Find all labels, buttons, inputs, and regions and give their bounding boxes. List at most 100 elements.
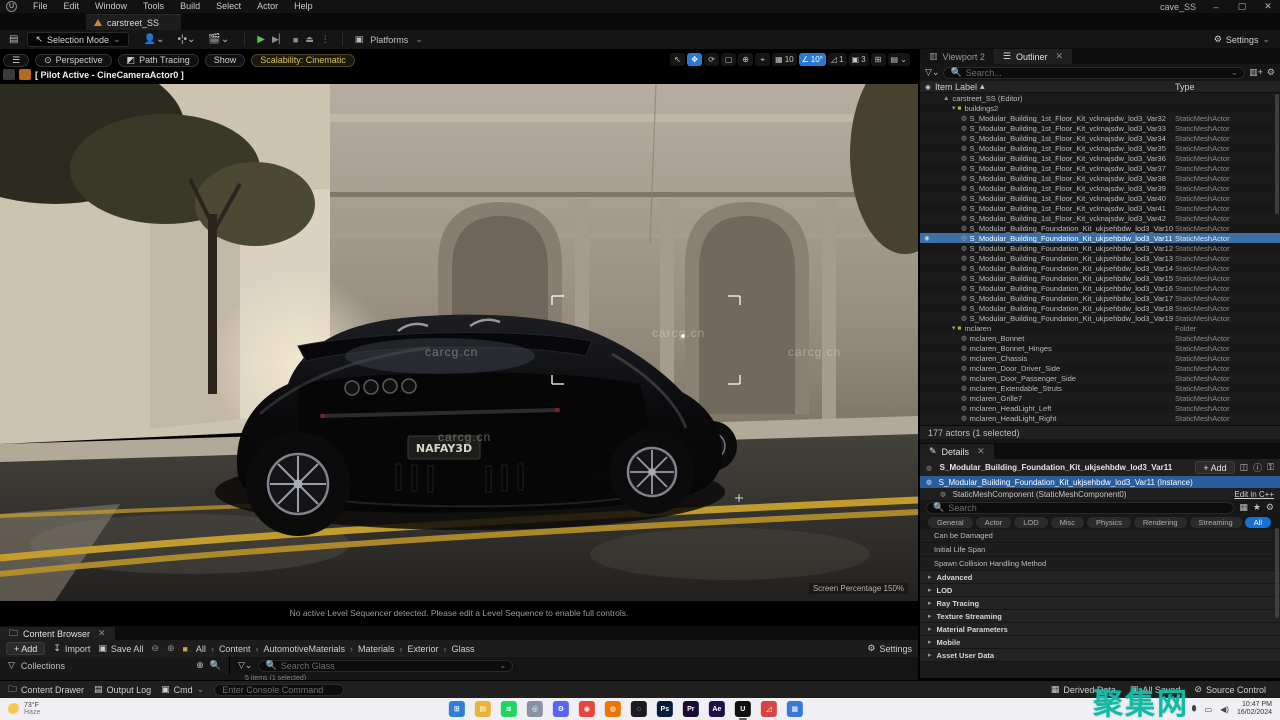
outliner-row[interactable]: ◍mclaren_Grille7StaticMeshActor [920,393,1280,403]
category-advanced[interactable]: ▸Advanced [920,571,1280,584]
close-button[interactable]: ✕ [1262,1,1274,12]
menu-item-select[interactable]: Select [208,0,249,13]
immersive-mode[interactable]: ▤ ⌄ [888,53,910,66]
details-tab-actor[interactable]: Actor [976,517,1012,528]
volume-icon[interactable]: ◀) [1220,705,1229,714]
category-lod[interactable]: ▸LOD [920,584,1280,597]
collections-section[interactable]: ▽ Collections ⊕ 🔍 [0,657,230,674]
breadcrumb-all[interactable]: All [196,644,206,654]
output-log-button[interactable]: ▤Output Log [94,684,151,695]
outliner-row[interactable]: ◍S_Modular_Building_Foundation_Kit_ukjse… [920,273,1280,283]
outliner-row[interactable]: ◉◍S_Modular_Building_Foundation_Kit_ukjs… [920,233,1280,243]
menu-item-build[interactable]: Build [172,0,208,13]
details-component-row[interactable]: ◍ StaticMeshComponent (StaticMeshCompone… [920,488,1280,500]
blender-icon[interactable]: ◍ [605,701,621,717]
new-folder-icon[interactable]: ▥+ [1249,67,1263,78]
category-mobile[interactable]: ▸Mobile [920,636,1280,649]
nav-forward-icon[interactable]: ⊕ [167,643,175,654]
content-drawer-button[interactable]: 🗀Content Drawer [8,682,84,698]
level-tab[interactable]: carstreet_SS [86,14,181,30]
add-component-button[interactable]: + Add [1195,461,1234,474]
details-scrollbar[interactable] [1275,528,1279,618]
outliner-row[interactable]: ◍S_Modular_Building_1st_Floor_Kit_vcknaj… [920,173,1280,183]
settings-dropdown[interactable]: ⚙ Settings ⌄ [1214,34,1274,45]
visibility-eye-icon[interactable]: ◉ [925,83,935,91]
menu-item-help[interactable]: Help [286,0,321,13]
menu-item-actor[interactable]: Actor [249,0,286,13]
lock-icon[interactable]: ⚿ [1267,462,1274,473]
outliner-search-input[interactable]: 🔍 Search... ⌄ [943,67,1245,79]
menu-item-file[interactable]: File [25,0,56,13]
outliner-row[interactable]: ◍mclaren_Bonnet_HingesStaticMeshActor [920,343,1280,353]
outliner-row[interactable]: ▲carstreet_SS (Editor) [920,93,1280,103]
outliner-column-header[interactable]: ◉ Item Label ▴ Type [920,81,1280,93]
source-control-button[interactable]: ⊘Source Control [1194,684,1266,695]
edit-in-cpp-link[interactable]: Edit in C++ [1234,490,1274,499]
expand-arrow-icon[interactable]: ▾ [952,104,956,112]
cb-settings-dropdown[interactable]: ⚙Settings [867,643,912,654]
details-settings-gear-icon[interactable]: ⚙ [1266,502,1274,513]
chrome-icon[interactable]: ◉ [579,701,595,717]
close-tab-icon[interactable]: ✕ [98,628,106,639]
details-tab-all[interactable]: All [1245,517,1271,528]
weather-widget[interactable]: 73°F Haze [0,702,40,716]
outliner-row[interactable]: ◍S_Modular_Building_1st_Floor_Kit_vcknaj… [920,203,1280,213]
add-collection-icon[interactable]: ⊕ [196,660,204,671]
tab-viewport-2[interactable]: ▥ Viewport 2 [920,49,994,64]
menu-item-tools[interactable]: Tools [135,0,172,13]
outliner-row[interactable]: ◍S_Modular_Building_Foundation_Kit_ukjse… [920,253,1280,263]
world-coordinate-toggle[interactable]: ⊕ [738,53,753,66]
category-ray-tracing[interactable]: ▸Ray Tracing [920,597,1280,610]
outliner-row[interactable]: ◍S_Modular_Building_Foundation_Kit_ukjse… [920,293,1280,303]
breadcrumb-exterior[interactable]: Exterior [408,644,439,654]
unreal-logo-icon[interactable]: U [6,1,17,12]
photos-icon[interactable]: ▦ [787,701,803,717]
blueprints-icon[interactable]: •¦•⌄ [174,34,198,45]
expand-arrow-icon[interactable]: ▾ [952,324,956,332]
maximize-button[interactable]: ▢ [1236,1,1248,12]
details-tab-physics[interactable]: Physics [1087,517,1131,528]
outliner-row[interactable]: ◍mclaren_ChassisStaticMeshActor [920,353,1280,363]
unreal-engine-icon[interactable]: U [735,701,751,717]
outliner-row[interactable]: ◍S_Modular_Building_Foundation_Kit_ukjse… [920,303,1280,313]
stop-pilot-icon[interactable] [3,69,15,80]
outliner-scrollbar[interactable] [1275,94,1279,214]
eject-button[interactable]: ⏏ [305,34,314,45]
pilot-camera-icon[interactable] [19,69,31,80]
outliner-row[interactable]: ▾■mclarenFolder [920,323,1280,333]
display-options-icon[interactable]: ▦ [1239,502,1248,513]
file-explorer-icon[interactable]: ▤ [475,701,491,717]
taskbar-clock[interactable]: 10:47 PM 16/02/2024 [1237,701,1272,718]
outliner-row[interactable]: ◍S_Modular_Building_Foundation_Kit_ukjse… [920,313,1280,323]
outliner-row[interactable]: ◍S_Modular_Building_1st_Floor_Kit_vcknaj… [920,123,1280,133]
outliner-row[interactable]: ◍S_Modular_Building_Foundation_Kit_ukjse… [920,283,1280,293]
premiere-icon[interactable]: Pr [683,701,699,717]
details-tab-misc[interactable]: Misc [1051,517,1084,528]
rotation-snap-toggle[interactable]: ∠10° [799,53,826,66]
info-icon[interactable]: ⓘ [1253,461,1262,474]
outliner-row[interactable]: ◍mclaren_HeadLight_LeftStaticMeshActor [920,403,1280,413]
category-material-parameters[interactable]: ▸Material Parameters [920,623,1280,636]
outliner-row[interactable]: ◍mclaren_Extendable_StrutsStaticMeshActo… [920,383,1280,393]
play-button[interactable]: ▶ [257,34,265,45]
outliner-row[interactable]: ◍S_Modular_Building_1st_Floor_Kit_vcknaj… [920,163,1280,173]
platforms-dropdown[interactable]: ▣ Platforms ⌄ [349,34,429,45]
display-icon[interactable]: ▭ [1205,705,1213,714]
details-search-input[interactable]: 🔍 Search [926,502,1234,514]
outliner-row[interactable]: ◍mclaren_BonnetStaticMeshActor [920,333,1280,343]
tab-content-browser[interactable]: 🗀 Content Browser ✕ [0,627,115,640]
menu-item-edit[interactable]: Edit [56,0,88,13]
media-app-icon[interactable]: ◿ [761,701,777,717]
cb-search-input[interactable]: 🔍 Search Glass ⌄ [258,660,513,672]
nav-back-icon[interactable]: ⊖ [151,643,159,654]
steam-icon[interactable]: ◎ [527,701,543,717]
outliner-row[interactable]: ▾■buildings2 [920,103,1280,113]
scale-tool[interactable]: ▢ [721,53,736,66]
outliner-row[interactable]: ◍mclaren_Door_Driver_SideStaticMeshActor [920,363,1280,373]
category-texture-streaming[interactable]: ▸Texture Streaming [920,610,1280,623]
cb-add-button[interactable]: + Add [6,642,45,655]
details-tab-lod[interactable]: LOD [1014,517,1047,528]
surface-snap-toggle[interactable]: ⌖ [755,53,770,66]
save-level-icon[interactable]: ▤ [6,34,21,45]
show-dropdown[interactable]: Show [205,54,246,67]
